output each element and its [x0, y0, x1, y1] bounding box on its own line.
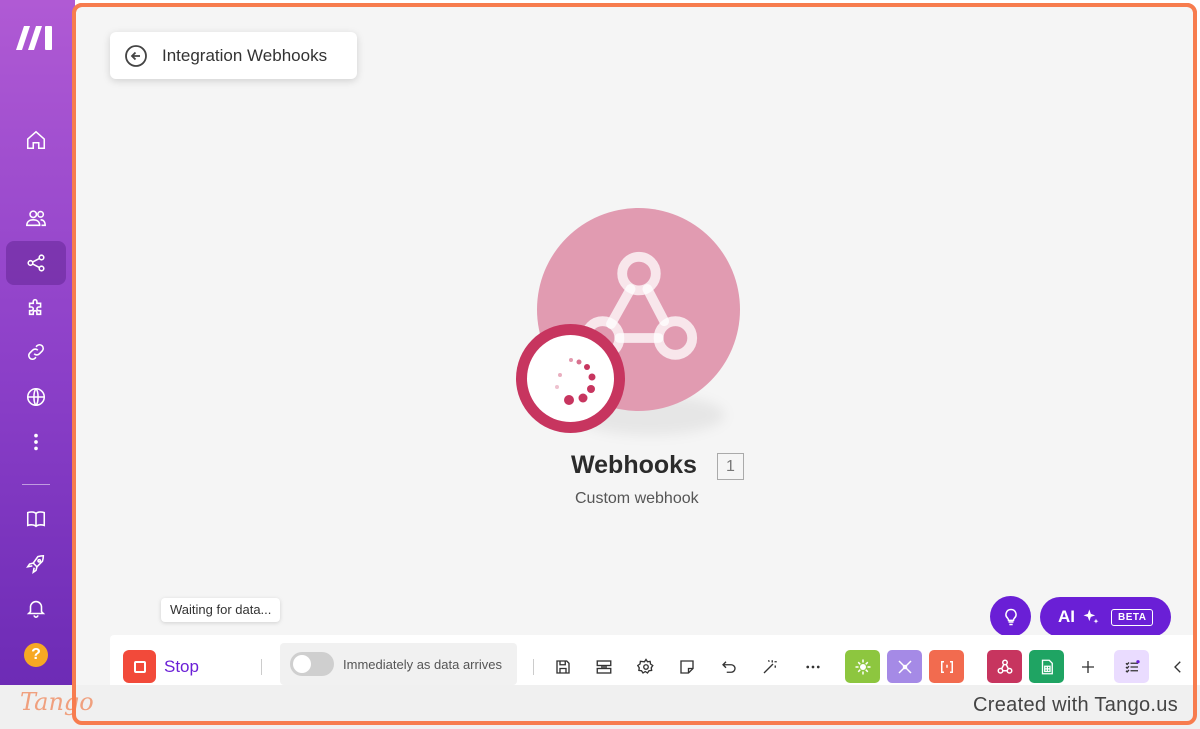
- stop-label[interactable]: Stop: [164, 657, 199, 677]
- stop-icon: [133, 660, 146, 673]
- layout-button[interactable]: [594, 657, 614, 677]
- apps-icon: [28, 298, 42, 316]
- nav-docs[interactable]: [6, 497, 66, 541]
- tools-icon: [855, 659, 870, 674]
- tango-logo: Tango: [20, 688, 94, 716]
- scheduling-label: Immediately as data arrives: [343, 656, 502, 672]
- nav-whats-new[interactable]: [6, 542, 66, 586]
- lightbulb-icon: [1004, 608, 1017, 625]
- home-icon: [26, 130, 46, 150]
- nav-apps[interactable]: [6, 285, 66, 329]
- ai-label: AI: [1058, 607, 1075, 626]
- toolbar-divider: [533, 659, 534, 675]
- team-icon: [26, 210, 46, 227]
- globe-icon: [26, 387, 46, 407]
- module-count-badge: 1: [717, 453, 744, 480]
- module-name: Webhooks: [571, 451, 697, 479]
- scenario-title[interactable]: Integration Webhooks: [162, 46, 327, 66]
- auto-align-button[interactable]: [760, 657, 780, 677]
- collapse-toolbar-button[interactable]: [1168, 657, 1188, 677]
- scenario-header: Integration Webhooks: [110, 32, 357, 79]
- back-arrow-icon[interactable]: [124, 44, 148, 68]
- undo-button[interactable]: [719, 657, 739, 677]
- help-button[interactable]: ?: [24, 643, 48, 667]
- module-subtitle: Custom webhook: [575, 490, 699, 507]
- nav-webhooks[interactable]: [6, 375, 66, 419]
- loading-dots-icon: [555, 358, 596, 405]
- checklist-icon: [1125, 659, 1140, 673]
- google-sheets-button[interactable]: [1029, 650, 1064, 683]
- sidebar-divider: [22, 484, 50, 485]
- chevron-left-icon: [1174, 661, 1181, 673]
- nav-team[interactable]: [6, 196, 66, 240]
- checklist-button[interactable]: [1114, 650, 1149, 683]
- nav-connections[interactable]: [6, 330, 66, 374]
- tools-button[interactable]: [845, 650, 880, 683]
- sidebar: ?: [0, 0, 75, 685]
- more-options-button[interactable]: [803, 657, 823, 677]
- layout-icon: [596, 660, 612, 674]
- magic-wand-icon: [763, 659, 777, 674]
- settings-button[interactable]: [636, 657, 656, 677]
- json-button[interactable]: [929, 650, 964, 683]
- sparkle-icon: [1083, 609, 1099, 624]
- notes-button[interactable]: [677, 657, 697, 677]
- flow-control-button[interactable]: [887, 650, 922, 683]
- webhooks-app-button[interactable]: [987, 650, 1022, 683]
- bottom-toolbar: Stop Immediately as data arrives: [110, 635, 1200, 685]
- gear-icon: [637, 658, 654, 674]
- save-button[interactable]: [553, 657, 573, 677]
- more-horizontal-icon: [806, 665, 820, 669]
- more-icon: [34, 433, 38, 451]
- nav-more[interactable]: [6, 420, 66, 464]
- scheduling-toggle[interactable]: [290, 652, 334, 676]
- stop-button[interactable]: [123, 650, 156, 683]
- undo-icon: [722, 661, 736, 673]
- plus-icon: [1082, 661, 1094, 673]
- beta-badge: BETA: [1111, 608, 1154, 626]
- add-module-button[interactable]: [1078, 657, 1098, 677]
- flow-control-icon: [897, 659, 912, 674]
- nav-home[interactable]: [6, 118, 66, 162]
- hint-button[interactable]: [990, 596, 1031, 637]
- connections-icon: [28, 344, 44, 360]
- save-icon: [556, 660, 570, 674]
- note-icon: [680, 660, 694, 674]
- tango-credit: Created with Tango.us: [973, 694, 1178, 716]
- loading-spinner: [527, 335, 614, 422]
- scheduling-control: Immediately as data arrives: [280, 643, 517, 685]
- json-icon: [940, 660, 953, 673]
- docs-icon: [26, 511, 46, 528]
- toolbar-divider: [261, 659, 262, 675]
- module-status-indicator: [516, 324, 625, 433]
- nav-notifications[interactable]: [6, 586, 66, 630]
- nav-scenarios[interactable]: [6, 241, 66, 285]
- scenarios-icon: [27, 254, 45, 272]
- google-sheets-icon: [1041, 659, 1053, 674]
- rocket-icon: [26, 554, 45, 574]
- ai-assistant-button[interactable]: AI BETA: [1040, 597, 1171, 637]
- webhooks-app-icon: [997, 659, 1012, 674]
- make-logo-icon[interactable]: [16, 24, 56, 52]
- waiting-status: Waiting for data...: [161, 598, 281, 622]
- bell-icon: [26, 600, 46, 618]
